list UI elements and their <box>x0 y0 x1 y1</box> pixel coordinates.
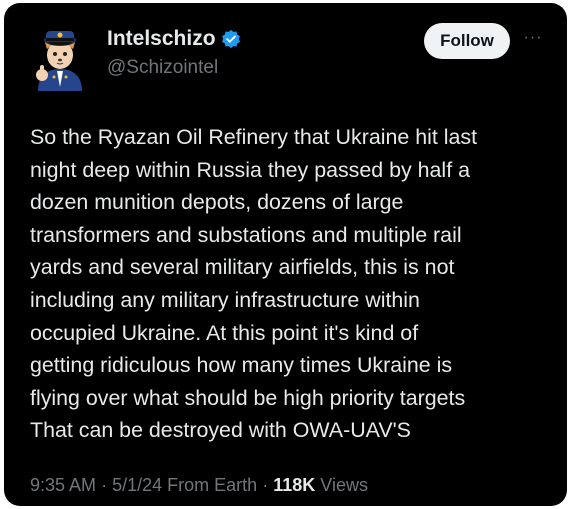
tweet-text: So the Ryazan Oil Refinery that Ukraine … <box>30 121 545 447</box>
follow-button[interactable]: Follow <box>424 23 510 59</box>
tweet-text-line: occupied Ukraine. At this point it's kin… <box>30 320 419 345</box>
verified-badge-icon <box>221 29 241 49</box>
tweet-metadata: 9:35 AM · 5/1/24 From Earth · 118K Views <box>30 473 368 497</box>
tweet-time[interactable]: 9:35 AM <box>30 475 96 495</box>
author-display-name[interactable]: Intelschizo <box>107 26 216 52</box>
officer-cartoon-avatar-icon <box>36 31 82 91</box>
views-count[interactable]: 118K <box>273 475 315 495</box>
tweet-text-line: dozen munition depots, dozens of large <box>30 190 404 215</box>
tweet-date[interactable]: 5/1/24 <box>112 475 162 495</box>
separator-dot: · <box>262 475 269 495</box>
separator-dot: · <box>101 475 108 495</box>
more-options-icon[interactable]: ··· <box>520 30 546 46</box>
tweet-card: Intelschizo @Schizointel Follow ··· So t… <box>4 3 567 506</box>
tweet-text-line: That can be destroyed with OWA-UAV'S <box>30 418 411 443</box>
tweet-text-line: transformers and substations and multipl… <box>30 222 462 247</box>
author-avatar[interactable] <box>24 19 96 91</box>
author-name-row: Intelschizo <box>107 26 241 52</box>
tweet-text-line: night deep within Russia they passed by … <box>30 157 470 182</box>
tweet-text-line: yards and several military airfields, th… <box>30 255 455 280</box>
tweet-source: From Earth <box>167 475 258 495</box>
views-label: Views <box>320 475 368 495</box>
tweet-text-line: getting ridiculous how many times Ukrain… <box>30 353 453 378</box>
author-handle[interactable]: @Schizointel <box>107 56 218 80</box>
tweet-text-line: So the Ryazan Oil Refinery that Ukraine … <box>30 125 478 149</box>
tweet-text-line: including any military infrastructure wi… <box>30 287 420 312</box>
tweet-text-line: flying over what should be high priority… <box>30 385 466 410</box>
